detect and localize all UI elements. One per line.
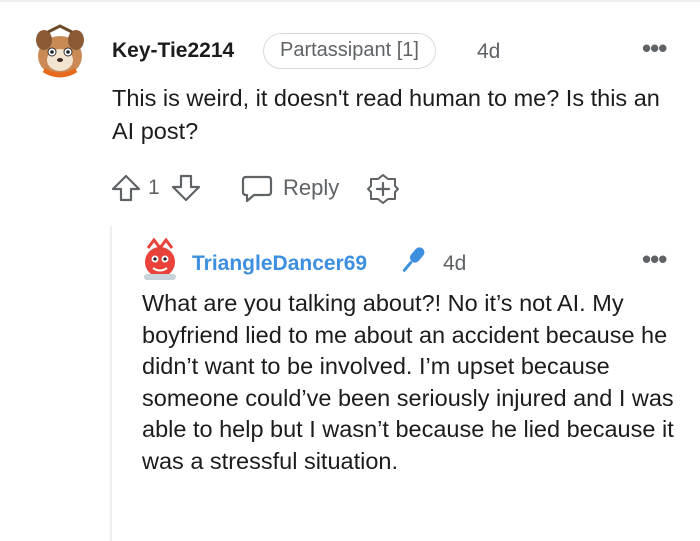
more-options-icon[interactable]: •••: [642, 33, 667, 64]
comment-timestamp: 4d: [477, 40, 501, 63]
top-divider: [0, 0, 700, 2]
comment-body: This is weird, it doesn't read human to …: [112, 85, 660, 144]
avatar[interactable]: [30, 22, 90, 82]
reply-button[interactable]: Reply: [283, 175, 339, 201]
reply-timestamp: 4d: [443, 252, 467, 275]
vote-count: 1: [148, 176, 160, 199]
microphone-icon: [396, 243, 430, 277]
comment-author[interactable]: Key-Tie2214: [112, 39, 234, 63]
downvote-icon[interactable]: [170, 173, 202, 203]
reply-more-options-icon[interactable]: •••: [642, 244, 667, 275]
award-icon[interactable]: [366, 172, 400, 206]
user-flair: Partassipant [1]: [263, 33, 436, 69]
thread-line[interactable]: [110, 226, 112, 541]
reply-body: What are you talking about?! No it’s not…: [142, 290, 674, 474]
reply-author[interactable]: TriangleDancer69: [192, 252, 367, 276]
reply-icon[interactable]: [240, 173, 274, 203]
upvote-icon[interactable]: [110, 173, 142, 203]
reply-avatar[interactable]: [140, 237, 180, 282]
